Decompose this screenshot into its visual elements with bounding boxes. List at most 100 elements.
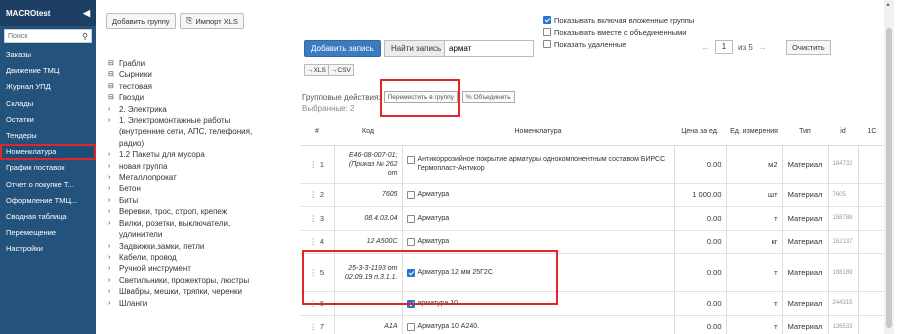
drag-handle-icon[interactable]: ⋮ [309, 237, 317, 246]
add-record-button[interactable]: Добавить запись [304, 40, 381, 57]
drag-handle-icon[interactable]: ⋮ [309, 214, 317, 223]
scroll-up-icon[interactable]: ▲ [885, 2, 891, 8]
row-checkbox[interactable] [406, 191, 415, 200]
table-row[interactable]: ⋮ 5 25-3-3-1193 от 02.09.19 п.3.1.1. Армату… [300, 253, 887, 292]
sidebar-item[interactable]: Сводная таблица [0, 209, 96, 225]
col-1c[interactable]: 1С [858, 118, 886, 146]
sidebar-item[interactable]: Заказы [0, 47, 96, 63]
option-include-nested[interactable]: Показывать включая вложенные группы [543, 14, 694, 26]
page-number-input[interactable]: 1 [715, 40, 733, 54]
col-unit[interactable]: Ед. измерения [726, 118, 782, 146]
option-show-merged[interactable]: Показывать вместе с объединенными [543, 26, 694, 38]
add-group-button[interactable]: Добавить группу [106, 13, 176, 29]
tree-item[interactable]: › Ручной инструмент [108, 263, 298, 274]
collapse-icon[interactable]: ⊟ [108, 81, 119, 92]
import-xls-button[interactable]: ⎘ Импорт XLS [180, 13, 244, 29]
tree-item[interactable]: (внутренние сети, АПС, телефония, [108, 126, 298, 137]
expand-icon[interactable]: › [108, 298, 119, 309]
tree-item[interactable]: ⊟ Грабли [108, 58, 298, 69]
clear-button[interactable]: Очистить [786, 40, 831, 55]
scrollbar[interactable]: ▲ [884, 0, 894, 334]
col-name[interactable]: Номенклатура [402, 118, 674, 146]
tree-item[interactable]: ⊟ Гвозди [108, 92, 298, 103]
expand-icon[interactable]: › [108, 252, 119, 263]
drag-handle-icon[interactable]: ⋮ [309, 268, 317, 277]
sidebar-item[interactable]: Журнал УПД [0, 79, 96, 95]
expand-icon[interactable]: › [108, 149, 119, 160]
tree-item[interactable]: › новая группа [108, 161, 298, 172]
tree-item[interactable]: › Биты [108, 195, 298, 206]
find-record-button[interactable]: Найти запись [384, 40, 449, 57]
export-csv-button[interactable]: →CSV [328, 64, 354, 76]
option-show-deleted[interactable]: Показать удаленные [543, 38, 694, 50]
expand-icon[interactable]: › [108, 172, 119, 183]
drag-handle-icon[interactable]: ⋮ [309, 160, 317, 169]
table-row[interactable]: ⋮ 7 А1А Арматура 10 А240. 0.00 т Материал 12653… [300, 315, 887, 334]
chevron-left-icon[interactable]: ◀ [83, 8, 90, 19]
expand-icon[interactable]: › [108, 241, 119, 252]
col-code[interactable]: Код [334, 118, 402, 146]
row-checkbox[interactable] [406, 238, 415, 247]
sidebar-item[interactable]: Тендеры [0, 128, 96, 144]
table-row[interactable]: ⋮ 3 08.4.03.04 Арматура 0.00 т Материал 158788 [300, 206, 887, 231]
row-checkbox[interactable] [406, 269, 415, 277]
move-to-group-button[interactable]: Переместить в группу [383, 91, 458, 103]
next-page-icon[interactable]: → [758, 42, 767, 52]
expand-icon[interactable]: › [108, 286, 119, 297]
collapse-icon[interactable]: ⊟ [108, 58, 119, 69]
sidebar-item[interactable]: Склады [0, 96, 96, 112]
tree-item[interactable]: ⊟ тестовая [108, 81, 298, 92]
expand-icon[interactable] [108, 229, 119, 240]
sidebar-item[interactable]: Остатки [0, 112, 96, 128]
tree-item[interactable]: › Кабели, провод [108, 252, 298, 263]
sidebar-item[interactable]: Оформление ТМЦ... [0, 193, 96, 209]
expand-icon[interactable]: › [108, 263, 119, 274]
col-num[interactable]: # [300, 118, 334, 146]
prev-page-icon[interactable]: ← [701, 42, 710, 52]
col-price[interactable]: Цена за ед. [674, 118, 726, 146]
sidebar-item[interactable]: Перемещение [0, 225, 96, 241]
table-row[interactable]: ⋮ 6 арматура 10 0.00 т Материал 244315 [300, 291, 887, 316]
expand-icon[interactable] [108, 138, 119, 149]
drag-handle-icon[interactable]: ⋮ [309, 299, 317, 308]
tree-item[interactable]: › 1.2 Пакеты для мусора [108, 149, 298, 160]
table-row[interactable]: ⋮ 1 E46-08-007-01; (Приказ № 262 от Антикор… [300, 145, 887, 184]
col-id[interactable]: id [828, 118, 858, 146]
tree-item[interactable]: › Металлопрокат [108, 172, 298, 183]
search-icon[interactable]: ⚲ [82, 32, 88, 41]
expand-icon[interactable]: › [108, 104, 119, 115]
collapse-icon[interactable]: ⊟ [108, 92, 119, 103]
checkbox[interactable] [543, 16, 551, 24]
scrollbar-thumb[interactable] [886, 28, 892, 328]
drag-handle-icon[interactable]: ⋮ [309, 322, 317, 331]
search-input[interactable] [444, 40, 534, 57]
sidebar-item[interactable]: Отчет о покупке Т... [0, 177, 96, 193]
sidebar-item[interactable]: График поставок [0, 160, 96, 176]
sidebar-item[interactable]: Номенклатура [0, 144, 96, 161]
expand-icon[interactable]: › [108, 115, 119, 126]
checkbox[interactable] [543, 28, 551, 36]
sidebar-item[interactable]: Настройки [0, 241, 96, 257]
tree-item[interactable]: › Бетон [108, 183, 298, 194]
tree-item[interactable]: › 1. Электромонтажные работы [108, 115, 298, 126]
drag-handle-icon[interactable]: ⋮ [309, 190, 317, 199]
table-row[interactable]: ⋮ 4 12 A500C Арматура 0.00 кг Материал 152137 [300, 230, 887, 254]
tree-item[interactable]: › Шланги [108, 298, 298, 309]
row-checkbox[interactable] [406, 214, 415, 223]
tree-item[interactable]: › Швабры, мешки, тряпки, черенки [108, 286, 298, 297]
tree-item[interactable]: радио) [108, 138, 298, 149]
expand-icon[interactable]: › [108, 195, 119, 206]
collapse-icon[interactable]: ⊟ [108, 69, 119, 80]
row-checkbox[interactable] [406, 299, 415, 308]
expand-icon[interactable]: › [108, 183, 119, 194]
tree-item[interactable]: › 2. Электрика [108, 104, 298, 115]
col-type[interactable]: Тип [782, 118, 828, 146]
expand-icon[interactable] [108, 126, 119, 137]
tree-item[interactable]: › Задвижки,замки, петли [108, 241, 298, 252]
sidebar-item[interactable]: Движение ТМЦ [0, 63, 96, 79]
tree-item[interactable]: › Светильники, прожекторы, люстры [108, 275, 298, 286]
expand-icon[interactable]: › [108, 218, 119, 229]
tree-item[interactable]: ⊟ Сырники [108, 69, 298, 80]
expand-icon[interactable]: › [108, 275, 119, 286]
tree-item[interactable]: › Веревки, трос, строп, крепеж [108, 206, 298, 217]
